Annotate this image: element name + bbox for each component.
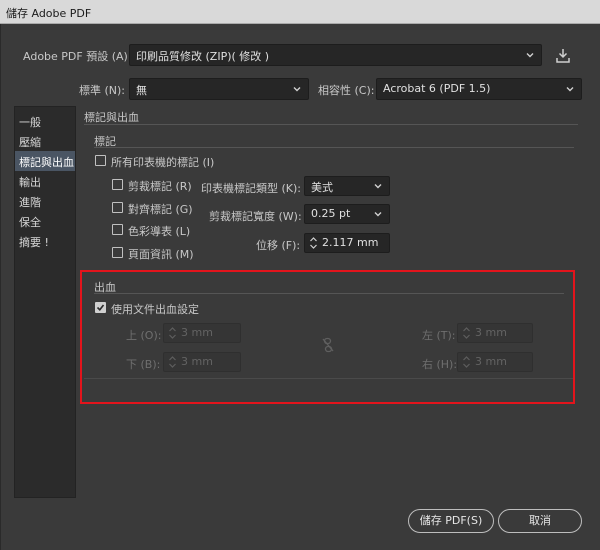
- offset-value: 2.117 mm: [322, 236, 379, 249]
- chevron-down-icon: [292, 84, 302, 94]
- trim-weight-value: 0.25 pt: [311, 207, 351, 220]
- chevron-down-icon: [373, 209, 383, 219]
- sidebar-item-output[interactable]: 輸出: [15, 171, 75, 191]
- trim-weight-select[interactable]: 0.25 pt: [304, 204, 390, 224]
- registration-marks-label: 對齊標記 (G): [128, 203, 193, 216]
- sidebar: 一般 壓縮 標記與出血 輸出 進階 保全 摘要 !: [14, 106, 76, 498]
- page-info-label: 頁面資訊 (M): [128, 248, 194, 261]
- all-printer-marks-checkbox[interactable]: [95, 155, 106, 166]
- page-info-checkbox[interactable]: [112, 247, 123, 258]
- preset-label: Adobe PDF 預設 (A):: [23, 50, 132, 63]
- bleed-highlight-box: [80, 270, 575, 404]
- mark-type-select[interactable]: 美式: [304, 176, 390, 196]
- sidebar-item-summary[interactable]: 摘要 !: [15, 231, 75, 251]
- cancel-button[interactable]: 取消: [498, 509, 582, 533]
- standard-label: 標準 (N):: [79, 84, 126, 97]
- marks-divider: [94, 147, 574, 148]
- save-pdf-button[interactable]: 儲存 PDF(S): [408, 509, 494, 533]
- stepper-arrows-icon[interactable]: [309, 236, 318, 250]
- chevron-down-icon: [565, 84, 575, 94]
- preset-value: 印刷品質修改 (ZIP)( 修改 ): [136, 50, 270, 63]
- window-title: 儲存 Adobe PDF: [6, 7, 92, 20]
- chevron-down-icon: [525, 50, 535, 60]
- trim-marks-checkbox[interactable]: [112, 179, 123, 190]
- window-titlebar: 儲存 Adobe PDF: [0, 0, 600, 24]
- compatibility-value: Acrobat 6 (PDF 1.5): [383, 82, 491, 95]
- offset-stepper[interactable]: 2.117 mm: [304, 233, 390, 253]
- sidebar-item-security[interactable]: 保全: [15, 211, 75, 231]
- sidebar-item-general[interactable]: 一般: [15, 111, 75, 131]
- trim-marks-label: 剪裁標記 (R): [128, 180, 192, 193]
- mark-type-value: 美式: [311, 181, 333, 194]
- compatibility-label: 相容性 (C):: [318, 84, 375, 97]
- offset-label: 位移 (F):: [256, 239, 301, 252]
- mark-type-label: 印表機標記類型 (K):: [201, 182, 301, 195]
- standard-value: 無: [136, 84, 147, 97]
- sidebar-item-compression[interactable]: 壓縮: [15, 131, 75, 151]
- sidebar-item-advanced[interactable]: 進階: [15, 191, 75, 211]
- sidebar-item-marks-bleeds[interactable]: 標記與出血: [15, 151, 75, 171]
- section-title: 標記與出血: [84, 111, 139, 124]
- registration-marks-checkbox[interactable]: [112, 202, 123, 213]
- chevron-down-icon: [373, 181, 383, 191]
- standard-select[interactable]: 無: [129, 78, 309, 100]
- compatibility-select[interactable]: Acrobat 6 (PDF 1.5): [376, 78, 582, 100]
- preset-select[interactable]: 印刷品質修改 (ZIP)( 修改 ): [129, 44, 542, 66]
- color-bars-label: 色彩導表 (L): [128, 225, 191, 238]
- trim-weight-label: 剪裁標記寬度 (W):: [209, 210, 302, 223]
- save-preset-icon[interactable]: [554, 47, 572, 65]
- color-bars-checkbox[interactable]: [112, 224, 123, 235]
- all-printer-marks-label: 所有印表機的標記 (I): [111, 156, 215, 169]
- section-divider: [84, 124, 578, 125]
